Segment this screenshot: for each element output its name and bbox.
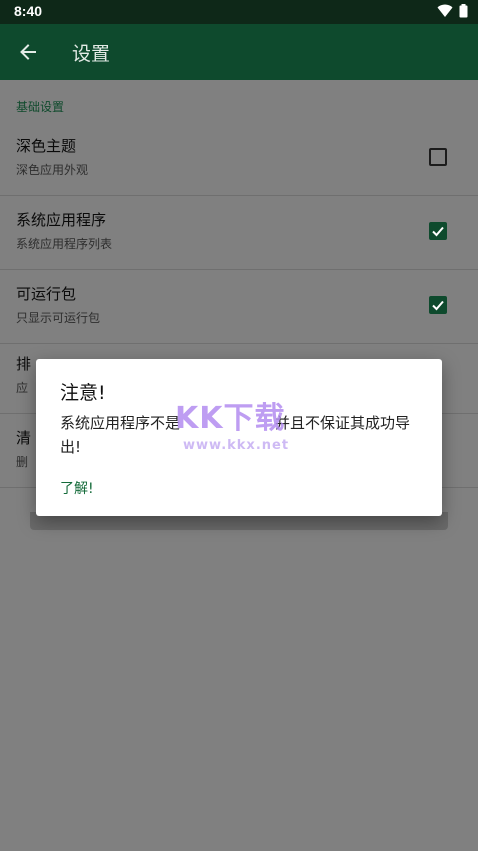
pref-title: 清 xyxy=(16,429,32,447)
dialog-message-start: 系统应用程序不是 xyxy=(60,414,181,432)
checkmark-icon xyxy=(432,300,444,311)
dialog-title: 注意! xyxy=(60,382,106,404)
alert-dialog: 注意! 系统应用程序不是 并且不保证其成功导出! 了解! xyxy=(36,359,442,516)
dialog-ok-button[interactable]: 了解! xyxy=(60,478,94,498)
wifi-icon xyxy=(437,4,453,17)
pref-subtitle: 深色应用外观 xyxy=(16,163,89,177)
status-time: 8:40 xyxy=(14,3,43,19)
pref-system-apps[interactable]: 系统应用程序 系统应用程序列表 xyxy=(0,196,478,270)
app-toolbar: 设置 xyxy=(0,24,478,80)
pref-title: 排 xyxy=(16,355,32,373)
status-bar: 8:40 xyxy=(0,0,478,24)
checkmark-icon xyxy=(432,226,444,237)
pref-title: 深色主题 xyxy=(16,137,77,155)
page-title: 设置 xyxy=(72,43,111,65)
pref-subtitle: 删 xyxy=(16,455,29,469)
pref-dark-theme[interactable]: 深色主题 深色应用外观 xyxy=(0,122,478,196)
pref-subtitle: 系统应用程序列表 xyxy=(16,237,113,251)
pref-runnable[interactable]: 可运行包 只显示可运行包 xyxy=(0,270,478,344)
system-apps-checkbox[interactable] xyxy=(429,222,447,240)
pref-title: 可运行包 xyxy=(16,285,77,303)
battery-icon xyxy=(459,4,468,18)
pref-title: 系统应用程序 xyxy=(16,211,107,229)
status-icons xyxy=(437,4,468,18)
dialog-message: 系统应用程序不是 并且不保证其成功导出! xyxy=(60,411,420,459)
runnable-checkbox[interactable] xyxy=(429,296,447,314)
back-button[interactable] xyxy=(12,36,44,68)
pref-subtitle: 只显示可运行包 xyxy=(16,311,101,325)
section-header: 基础设置 xyxy=(16,100,65,114)
arrow-left-icon xyxy=(20,44,36,60)
pref-subtitle: 应 xyxy=(16,381,29,395)
dark-theme-checkbox[interactable] xyxy=(429,148,447,166)
